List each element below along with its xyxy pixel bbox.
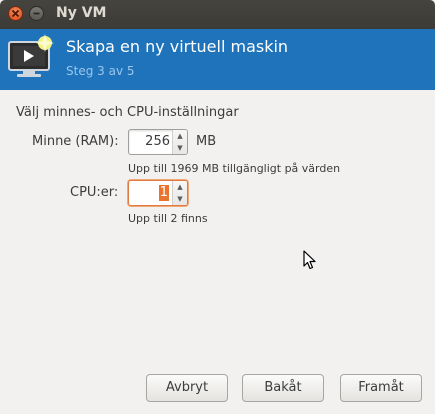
memory-unit: MB [196,134,217,149]
window-title: Ny VM [56,5,107,21]
new-vm-icon [8,34,54,77]
cpu-label: CPU:er: [70,185,119,200]
increment-icon[interactable]: ▲ [173,130,187,142]
memory-spinbox[interactable]: 256 ▲ ▼ [128,129,188,155]
decrement-icon[interactable]: ▼ [173,193,187,205]
close-window-button[interactable] [8,6,23,21]
forward-button[interactable]: Framåt [340,374,422,402]
wizard-header: Skapa en ny virtuell maskin Steg 3 av 5 [0,29,435,90]
cancel-button[interactable]: Avbryt [146,374,228,402]
cpu-stepper[interactable]: ▲ ▼ [172,181,187,205]
memory-stepper[interactable]: ▲ ▼ [172,130,187,154]
close-icon [11,9,20,18]
memory-hint: Upp till 1969 MB tillgängligt på värden [128,162,341,175]
back-button[interactable]: Bakåt [242,374,324,402]
memory-value: 256 [145,134,170,149]
minimize-window-button[interactable] [29,6,44,21]
wizard-title: Skapa en ny virtuell maskin [66,37,289,56]
memory-label: Minne (RAM): [32,134,119,149]
minimize-icon [33,12,40,15]
mouse-pointer-icon [303,250,316,270]
decrement-icon[interactable]: ▼ [173,142,187,154]
cpu-hint: Upp till 2 finns [128,212,208,225]
title-bar: Ny VM [0,0,435,29]
cpu-spinbox[interactable]: 1 ▲ ▼ [128,180,188,206]
increment-icon[interactable]: ▲ [173,181,187,193]
wizard-step: Steg 3 av 5 [66,64,135,78]
cpu-value: 1 [158,185,169,201]
section-title: Välj minnes- och CPU-inställningar [16,105,239,120]
